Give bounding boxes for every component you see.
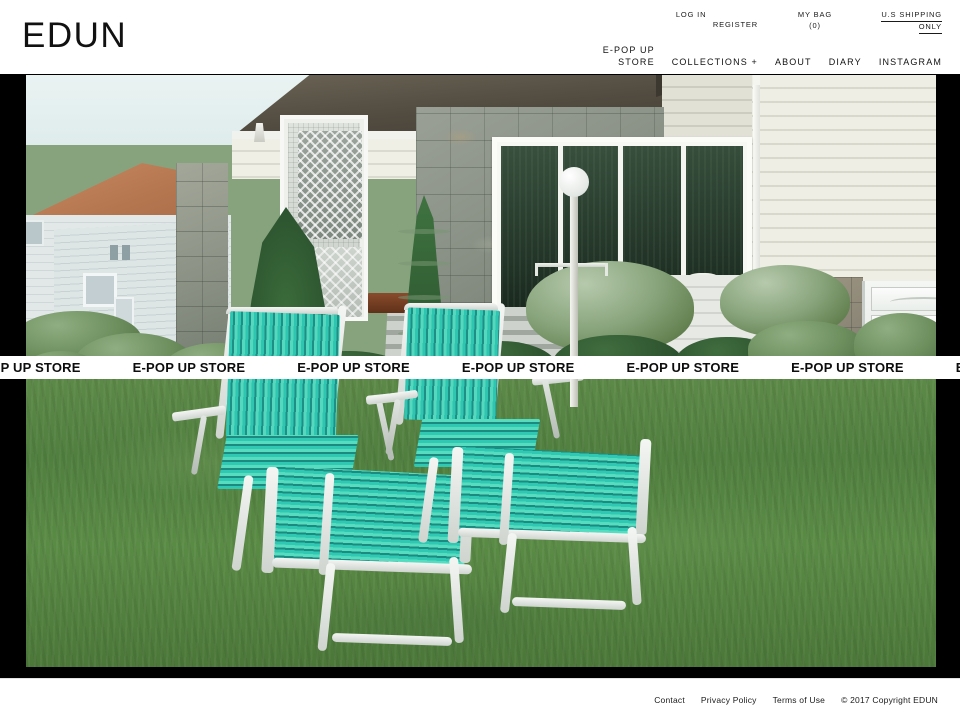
shipping-line-2: ONLY — [918, 22, 942, 34]
marquee-item: E-POP UP STORE — [461, 360, 575, 375]
neighbor-window-main — [83, 273, 117, 307]
nav-epop-line-2: STORE — [618, 57, 655, 68]
nav-item-epop-up-store[interactable]: E-POP UP STORE — [603, 44, 655, 68]
footer-link-privacy-policy[interactable]: Privacy Policy — [701, 695, 757, 705]
nav-item-instagram[interactable]: INSTAGRAM — [879, 56, 942, 68]
login-link[interactable]: LOG IN — [676, 10, 706, 21]
garage-panel-1 — [871, 287, 936, 311]
spiral-cut — [398, 261, 450, 266]
marquee-item: E-POP UP STORE — [791, 360, 904, 375]
footer-link-terms-of-use[interactable]: Terms of Use — [773, 695, 825, 705]
marquee-item: E-POP UP STORE — [930, 360, 960, 375]
footer-links: Contact Privacy Policy Terms of Use © 20… — [654, 695, 938, 705]
garage-swirl-icon — [890, 297, 936, 307]
shipping-line-1: U.S SHIPPING — [881, 10, 942, 22]
neighbor-window-upper — [26, 220, 44, 246]
lamppost-globe — [559, 167, 589, 197]
marquee-item: E-POP UP STORE — [626, 360, 740, 375]
my-bag-label: MY BAG — [797, 10, 833, 19]
register-link[interactable]: REGISTER — [713, 10, 758, 31]
lamppost-crossarm-tip-left — [535, 263, 538, 276]
spiral-cut — [398, 295, 450, 300]
nav-item-about[interactable]: ABOUT — [775, 56, 812, 68]
marquee-item: E-POP UP STORE — [297, 360, 410, 375]
my-bag-count: (0) — [809, 20, 821, 30]
shipping-region-link[interactable]: U.S SHIPPING ONLY — [876, 10, 942, 34]
main-nav: E-POP UP STORE COLLECTIONS + ABOUT DIARY… — [603, 44, 942, 68]
stone-pier — [176, 163, 228, 357]
nav-item-collections[interactable]: COLLECTIONS + — [672, 56, 758, 68]
chair-footrest-webbing — [264, 465, 476, 571]
site-header: EDUN LOG IN REGISTER MY BAG (0) U.S SHIP… — [0, 0, 960, 74]
footer-copyright: © 2017 Copyright EDUN — [841, 695, 938, 705]
epop-up-store-marquee[interactable]: E-POP UP STORE E-POP UP STORE E-POP UP S… — [0, 356, 960, 379]
site-footer: Contact Privacy Policy Terms of Use © 20… — [0, 678, 960, 720]
chair-footrest-webbing — [451, 446, 651, 540]
nav-epop-line-1: E-POP UP — [602, 45, 655, 55]
footer-link-contact[interactable]: Contact — [654, 695, 685, 705]
site-logo[interactable]: EDUN — [22, 18, 127, 53]
marquee-item: E-POP UP STORE — [0, 360, 81, 375]
my-bag-link[interactable]: MY BAG (0) — [784, 10, 846, 32]
utility-nav: LOG IN REGISTER MY BAG (0) U.S SHIPPING … — [676, 10, 942, 34]
spiral-cut — [398, 229, 450, 234]
neighbor-vent-right — [122, 245, 130, 260]
page-root: EDUN LOG IN REGISTER MY BAG (0) U.S SHIP… — [0, 0, 960, 720]
lamppost-crossarm-tip-right — [605, 263, 608, 276]
screen-door-scrollwork-upper — [298, 131, 362, 239]
neighbor-vent-left — [110, 245, 118, 260]
marquee-track: E-POP UP STORE E-POP UP STORE E-POP UP S… — [0, 360, 960, 375]
nav-item-diary[interactable]: DIARY — [829, 56, 862, 68]
marquee-item: E-POP UP STORE — [132, 360, 246, 375]
